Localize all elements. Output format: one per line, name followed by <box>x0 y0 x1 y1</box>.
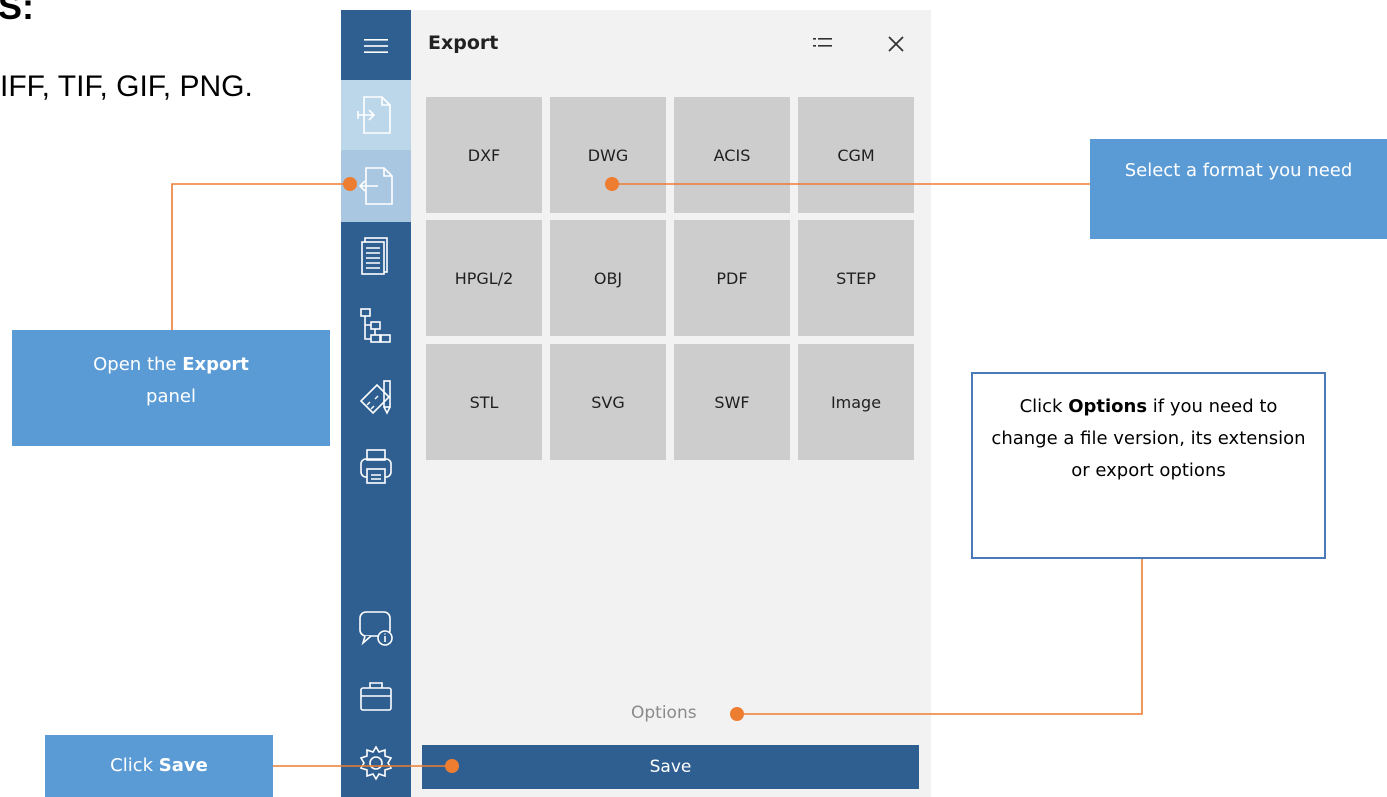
callout-options-bold: Options <box>1068 396 1148 417</box>
callout-open-export-bold: Export <box>182 354 249 375</box>
callout-open-export-suffix: panel <box>146 386 196 407</box>
callout-save-prefix: Click <box>110 755 159 776</box>
connector-dot-format <box>605 177 619 191</box>
connector-options <box>737 558 1143 715</box>
callout-save: Click Save <box>45 735 273 797</box>
callout-options: Click Options if you need to change a fi… <box>971 372 1326 559</box>
callout-save-bold: Save <box>158 755 208 776</box>
callout-open-export: Open the Export panel <box>12 330 330 446</box>
callout-open-export-prefix: Open the <box>93 354 183 375</box>
callout-select-format: Select a format you need <box>1090 139 1387 239</box>
connector-dot-save <box>445 759 459 773</box>
callout-select-format-text: Select a format you need <box>1124 160 1353 181</box>
callout-options-prefix: Click <box>1019 396 1069 417</box>
connector-export <box>171 183 350 330</box>
connector-dot-options <box>730 707 744 721</box>
connector-dot-export <box>343 177 357 191</box>
